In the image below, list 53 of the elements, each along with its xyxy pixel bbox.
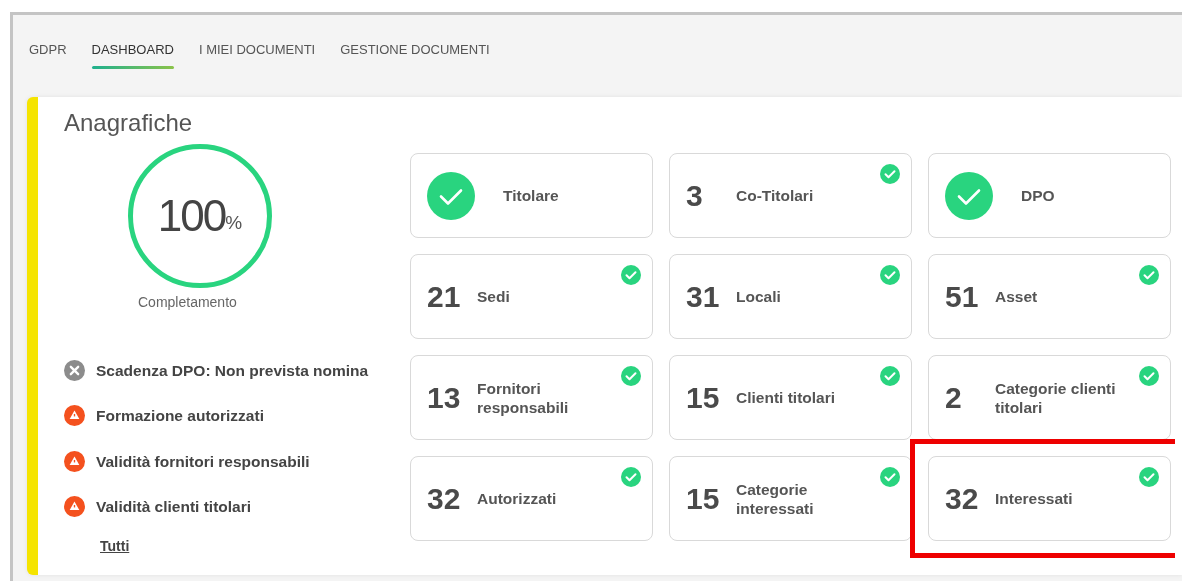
tile-label: DPO (1021, 186, 1055, 205)
gauge-caption: Completamento (138, 293, 237, 312)
tile-label: Clienti titolari (736, 388, 836, 407)
count-value: 21 (427, 279, 462, 315)
count-value: 2 (945, 380, 963, 416)
count-value: 15 (686, 380, 721, 416)
tile-label: Categorie clienti titolari (995, 378, 1117, 417)
nav-tab[interactable]: DASHBOARD (91, 39, 174, 69)
tile-label: Locali (736, 287, 781, 306)
percent-value: 100 (157, 190, 226, 242)
count-value: 32 (427, 481, 462, 517)
summary-tile[interactable]: 51 Asset (928, 254, 1171, 339)
summary-tile[interactable]: 21 Sedi (410, 254, 653, 339)
summary-tile[interactable]: Titolare (410, 153, 653, 238)
section-title: Anagrafiche (64, 108, 194, 138)
summary-tile[interactable]: 2 Categorie clienti titolari (928, 355, 1171, 440)
nav-tab[interactable]: GDPR (29, 39, 67, 69)
tile-label: Sedi (477, 287, 510, 306)
count-value: 15 (686, 481, 721, 517)
summary-tile[interactable]: 32 Autorizzati (410, 456, 653, 541)
alert-text: Validità fornitori responsabili (96, 451, 310, 472)
count-value: 32 (945, 481, 980, 517)
tile-label: Asset (995, 287, 1038, 306)
count-value: 13 (427, 380, 462, 416)
tile-label: Interessati (995, 489, 1073, 508)
summary-tile[interactable]: 15 Categorie interessati (669, 456, 912, 541)
alert-text: Scadenza DPO: Non prevista nomina (96, 361, 369, 381)
nav-tab[interactable]: I MIEI DOCUMENTI (198, 39, 316, 69)
summary-tile[interactable]: 3 Co-Titolari (669, 153, 912, 238)
check-icon (427, 171, 475, 220)
warning-icon (64, 405, 85, 427)
tile-label: Categorie interessati (736, 479, 815, 518)
warning-icon (64, 450, 85, 472)
summary-tile[interactable]: 15 Clienti titolari (669, 355, 912, 440)
tile-label: Autorizzati (477, 489, 557, 508)
alert-text: Formazione autorizzati (96, 406, 264, 427)
count-value: 3 (686, 178, 704, 214)
nav-tab[interactable]: GESTIONE DOCUMENTI (340, 39, 490, 69)
tile-label: Fornitori responsabili (477, 378, 570, 417)
percent-unit: % (225, 211, 243, 235)
summary-tile[interactable]: DPO (928, 153, 1171, 238)
summary-tile[interactable]: 13 Fornitori responsabili (410, 355, 653, 440)
summary-tile[interactable]: 31 Locali (669, 254, 912, 339)
close-icon (64, 360, 85, 382)
count-value: 51 (945, 279, 980, 315)
tile-label: Co-Titolari (736, 186, 814, 205)
show-all-link[interactable]: Tutti (100, 536, 130, 557)
summary-tile[interactable]: 32 Interessati (928, 456, 1171, 541)
alert-text: Validità clienti titolari (96, 496, 252, 517)
check-icon (945, 171, 993, 220)
warning-icon (64, 495, 85, 517)
count-value: 31 (686, 279, 721, 315)
tile-label: Titolare (503, 186, 559, 205)
